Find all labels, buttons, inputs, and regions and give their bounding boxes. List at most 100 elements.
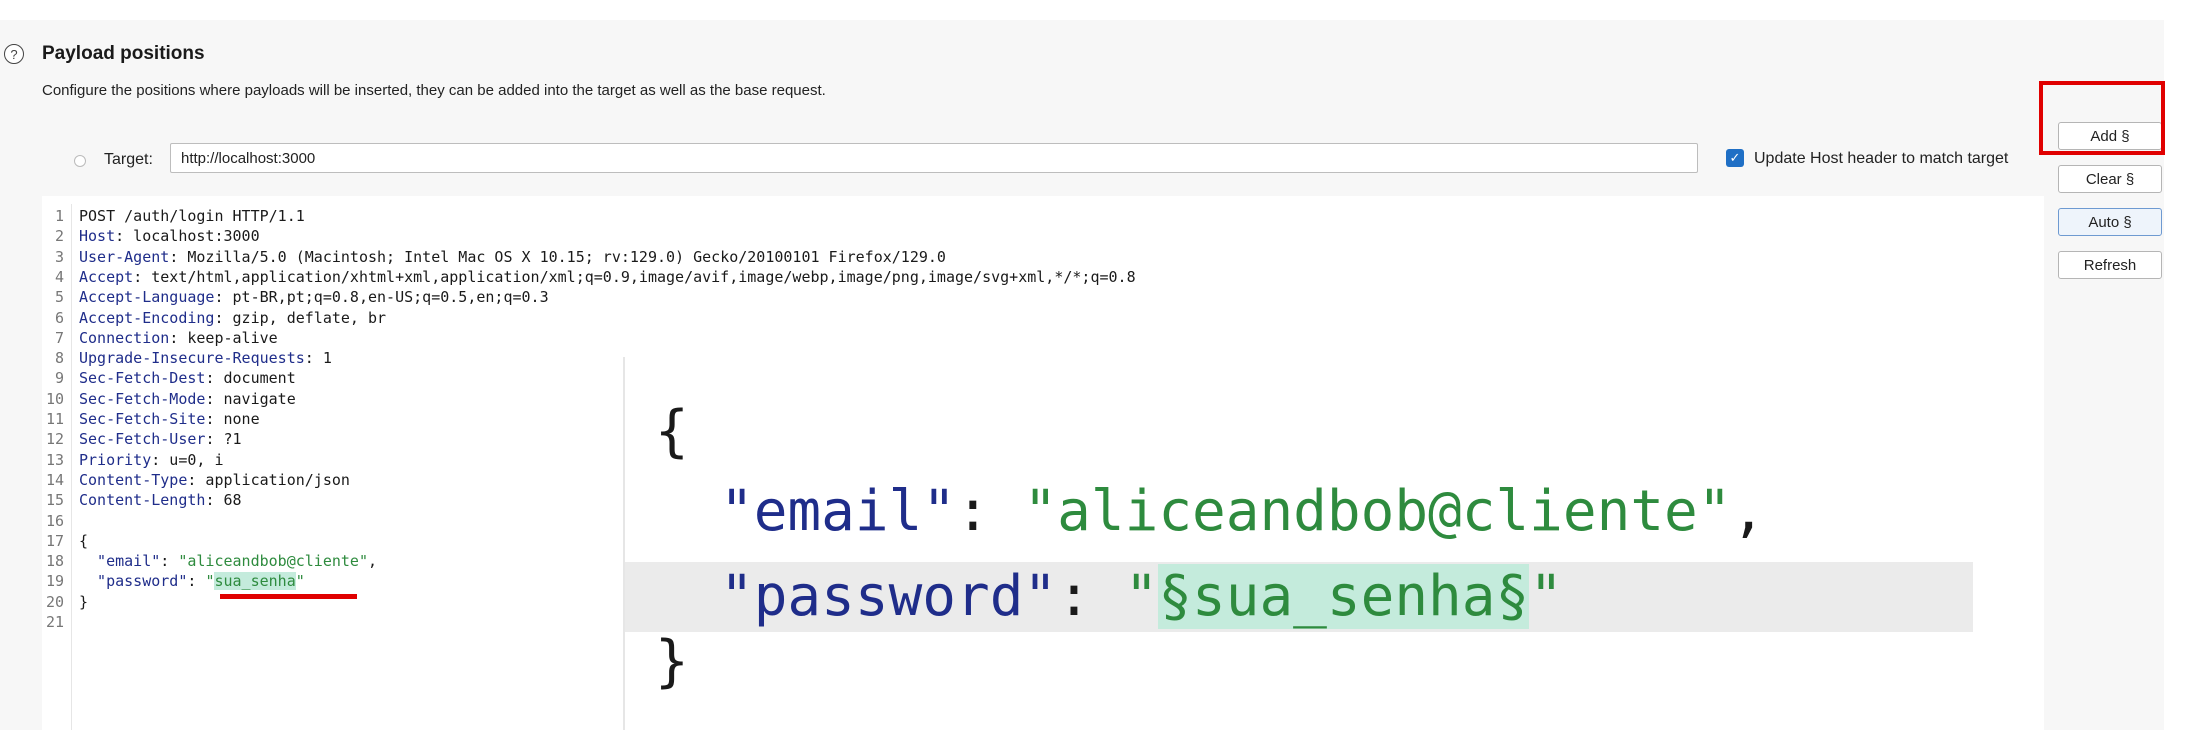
zoom-password-payload-marker: §sua_senha§ <box>1158 564 1530 629</box>
header-value: : pt-BR,pt;q=0.8,en-US;q=0.5,en;q=0.3 <box>214 288 549 307</box>
header-value: : navigate <box>205 389 296 408</box>
json-comma: , <box>368 552 378 571</box>
header-name: Accept-Language <box>79 288 215 307</box>
target-row: Target: ✓ Update Host header to match ta… <box>42 122 2044 196</box>
target-input[interactable] <box>170 143 1698 173</box>
zoom-password-key: "password" <box>720 564 1058 629</box>
header-value: : none <box>205 410 260 428</box>
header-name: Sec-Fetch-Mode <box>79 389 206 408</box>
header-name: Content-Length <box>79 491 206 510</box>
json-key: "password" <box>79 572 188 591</box>
code-text: { <box>79 531 89 550</box>
code-line: 21 <box>42 612 79 632</box>
code-text: } <box>79 592 89 611</box>
line-number: 6 <box>54 308 64 327</box>
line-number: 3 <box>54 247 64 266</box>
code-line: 3 User-Agent: Mozilla/5.0 (Macintosh; Int… <box>42 247 946 267</box>
header-name: Sec-Fetch-User <box>79 430 206 449</box>
line-number: 8 <box>54 349 64 368</box>
header-name: Accept <box>79 267 134 286</box>
code-line: 14 Content-Type: application/json <box>42 470 350 490</box>
line-number: 2 <box>54 227 64 246</box>
update-host-checkbox[interactable]: ✓ <box>1726 149 1744 167</box>
zoom-password-line: "password": "§sua_senha§" <box>720 564 1563 629</box>
line-number: 15 <box>45 491 64 510</box>
code-line: 6 Accept-Encoding: gzip, deflate, br <box>42 308 386 328</box>
header-name: Sec-Fetch-Dest <box>79 369 206 388</box>
payload-marker: sua_senha <box>214 572 296 591</box>
clear-markers-button[interactable]: Clear § <box>2058 165 2162 193</box>
code-line: 16 <box>42 511 79 531</box>
line-number: 5 <box>54 288 64 307</box>
line-number: 10 <box>45 389 64 408</box>
target-label: Target: <box>104 151 153 168</box>
code-line: 20} <box>42 592 88 612</box>
header-value: : Mozilla/5.0 (Macintosh; Intel Mac OS X… <box>169 247 946 266</box>
line-number: 14 <box>45 470 64 489</box>
code-line: 7 Connection: keep-alive <box>42 328 278 348</box>
code-line: 17 { <box>42 531 88 551</box>
code-line: 1 POST /auth/login HTTP/1.1 <box>42 206 305 226</box>
header-value: : ?1 <box>205 430 242 449</box>
header-name: Host <box>79 227 116 246</box>
zoom-email-value: "aliceandbob@cliente" <box>1023 479 1732 544</box>
code-line: 8 Upgrade-Insecure-Requests: 1 <box>42 348 332 368</box>
section-description: Configure the positions where payloads w… <box>42 82 826 99</box>
json-quote: " <box>295 572 305 591</box>
update-host-label: Update Host header to match target <box>1754 150 2009 167</box>
zoom-password-quote-close: " <box>1529 564 1563 629</box>
auto-markers-button[interactable]: Auto § <box>2058 208 2162 236</box>
code-line: 18 "email": "aliceandbob@cliente", <box>42 551 377 571</box>
line-number: 18 <box>45 552 64 571</box>
code-line: 13 Priority: u=0, i <box>42 450 224 470</box>
header-value: : keep-alive <box>169 328 278 347</box>
code-line: 12 Sec-Fetch-User: ?1 <box>42 429 242 449</box>
header-name: Accept-Encoding <box>79 308 215 327</box>
line-number: 16 <box>45 511 64 530</box>
header-value: : 1 <box>304 349 332 368</box>
zoom-password-quote-open: " <box>1124 564 1159 629</box>
add-marker-button[interactable]: Add § <box>2058 122 2162 150</box>
code-line: 5 Accept-Language: pt-BR,pt;q=0.8,en-US;q… <box>42 287 549 307</box>
line-number: 4 <box>54 267 64 286</box>
zoomed-json-inset: { "email": "aliceandbob@cliente", "passw… <box>623 357 1999 730</box>
code-line: 4 Accept: text/html,application/xhtml+xml… <box>42 267 1136 287</box>
line-number: 12 <box>45 430 64 449</box>
payload-buttons: Add § Clear § Auto § Refresh <box>2058 0 2168 750</box>
json-value: "aliceandbob@cliente" <box>178 552 368 571</box>
header-value: : gzip, deflate, br <box>214 308 387 327</box>
line-number: 17 <box>45 531 64 550</box>
json-colon: : <box>160 552 179 571</box>
code-line: 15 Content-Length: 68 <box>42 490 242 510</box>
header-value: : document <box>205 369 296 388</box>
json-colon: : <box>187 572 206 591</box>
zoom-email-line: "email": "aliceandbob@cliente", <box>720 479 1766 544</box>
line-number: 1 <box>54 207 64 225</box>
header-name: Connection <box>79 328 170 347</box>
json-key: "email" <box>79 552 161 571</box>
code-line: 10 Sec-Fetch-Mode: navigate <box>42 389 296 409</box>
code-line: 2 Host: localhost:3000 <box>42 226 260 246</box>
line-number: 7 <box>54 328 64 347</box>
refresh-button[interactable]: Refresh <box>2058 251 2162 279</box>
header-value: : localhost:3000 <box>115 227 260 246</box>
zoom-open-brace: { <box>655 399 689 464</box>
line-number: 20 <box>45 592 64 611</box>
zoom-close-brace: } <box>655 629 689 694</box>
line-number: 19 <box>45 572 64 591</box>
code-text: POST /auth/login HTTP/1.1 <box>79 207 305 225</box>
code-line: 9 Sec-Fetch-Dest: document <box>42 368 296 388</box>
help-icon[interactable]: ? <box>4 44 24 64</box>
header-name: Content-Type <box>79 470 188 489</box>
header-value: : u=0, i <box>151 450 224 469</box>
header-name: Priority <box>79 450 152 469</box>
target-radio[interactable] <box>74 155 86 167</box>
annotation-underline <box>220 594 357 599</box>
code-line: 19 "password": "sua_senha" <box>42 571 305 591</box>
line-number: 9 <box>54 369 64 388</box>
zoom-email-tail: , <box>1731 479 1766 544</box>
line-number: 21 <box>45 613 64 631</box>
header-name: Upgrade-Insecure-Requests <box>79 349 305 368</box>
header-value: : text/html,application/xhtml+xml,applic… <box>133 267 1136 286</box>
header-name: Sec-Fetch-Site <box>79 410 206 428</box>
